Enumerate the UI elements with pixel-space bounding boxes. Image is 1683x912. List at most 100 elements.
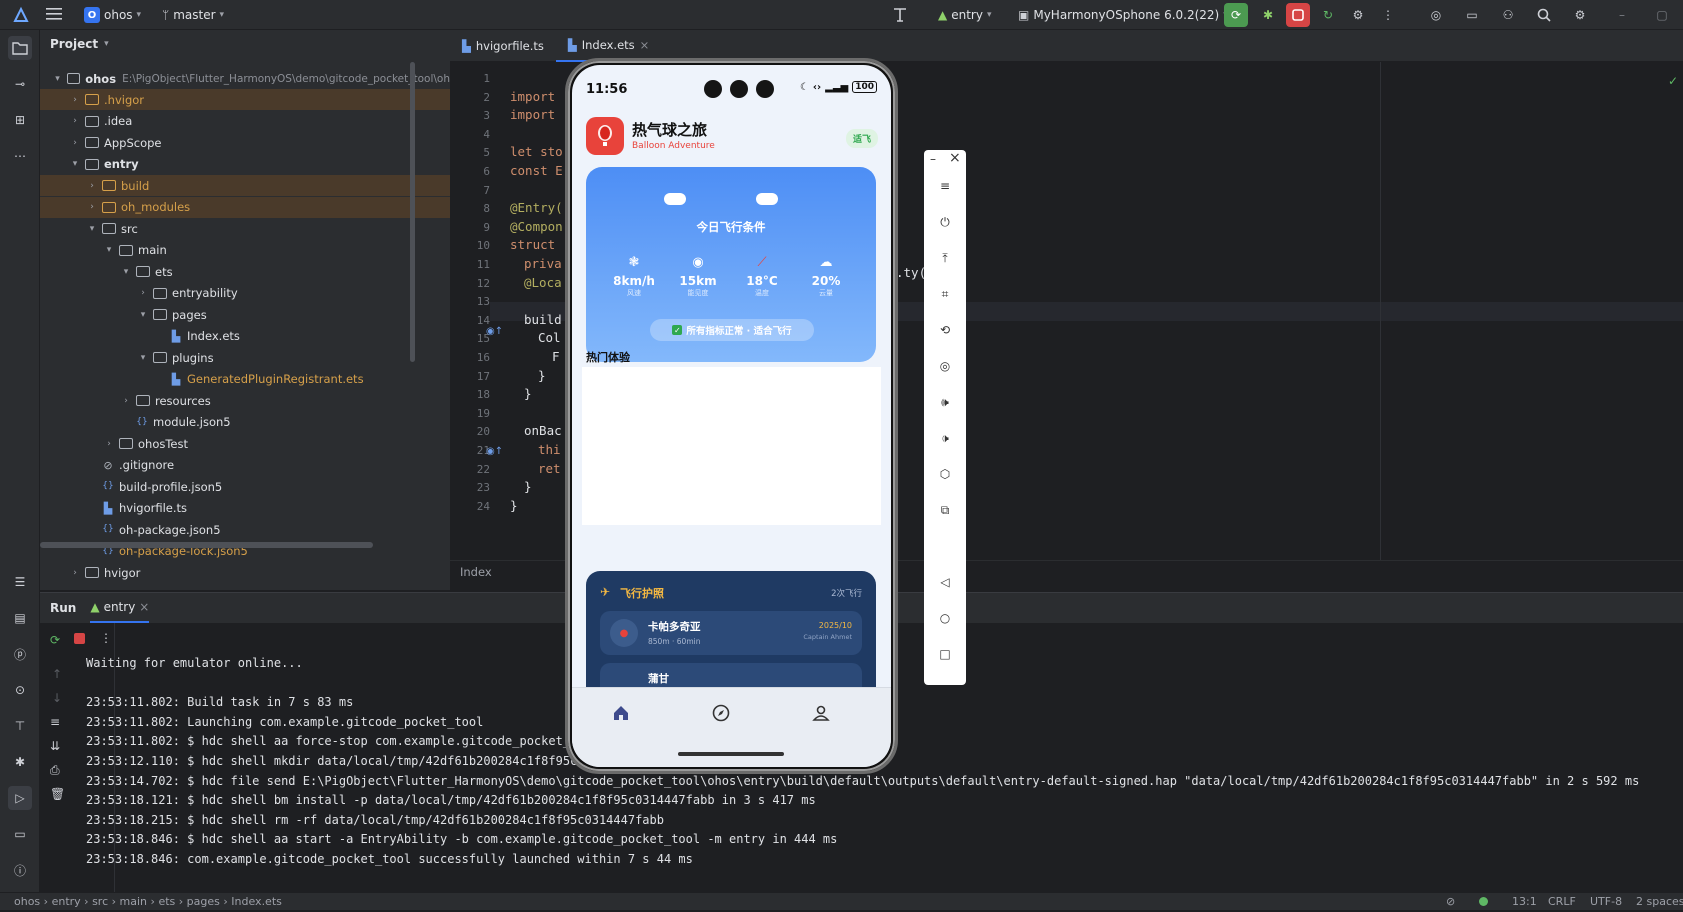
screenshot-icon[interactable]: ◎: [933, 354, 957, 378]
print-icon[interactable]: ⎙: [50, 763, 60, 778]
rotate-icon[interactable]: ⟲: [933, 318, 957, 342]
tree-item[interactable]: › entryability: [40, 283, 450, 304]
tree-item[interactable]: {} build-profile.json5: [40, 476, 450, 497]
tree-item[interactable]: › AppScope: [40, 132, 450, 153]
branch-switcher[interactable]: ᛘ master ▾: [162, 0, 224, 30]
main-menu-icon[interactable]: [46, 7, 62, 21]
minimize-icon[interactable]: –: [1610, 3, 1634, 27]
close-tab-icon[interactable]: ×: [139, 600, 149, 614]
profiler-rail-icon[interactable]: ⓟ: [8, 642, 32, 666]
tree-item[interactable]: ▾ pages: [40, 304, 450, 325]
volume-down-icon[interactable]: 🕩: [933, 426, 957, 450]
run-rail-icon[interactable]: ▷: [8, 786, 32, 810]
problems-icon[interactable]: ⓘ: [8, 858, 32, 882]
debug-icon[interactable]: ✱: [1256, 3, 1280, 27]
attach-debugger-icon[interactable]: ⚙: [1346, 3, 1370, 27]
breadcrumb-item[interactable]: ets: [158, 895, 175, 908]
device-manager-icon[interactable]: ▭: [1460, 3, 1484, 27]
tree-item[interactable]: ⊘ .gitignore: [40, 455, 450, 476]
flight-record[interactable]: ● 卡帕多奇亚 850m · 60min 2025/10 Captain Ahm…: [600, 611, 862, 655]
tree-item[interactable]: › resources: [40, 390, 450, 411]
more-options-icon[interactable]: ⋮: [100, 631, 112, 645]
menu-icon[interactable]: ≡: [933, 174, 957, 198]
commit-icon[interactable]: ⊸: [8, 72, 32, 96]
tree-item[interactable]: › .idea: [40, 111, 450, 132]
readonly-icon[interactable]: ⊘: [1446, 895, 1455, 908]
tree-item[interactable]: › build: [40, 175, 450, 196]
breadcrumb-item[interactable]: ohos: [14, 895, 40, 908]
device-selector[interactable]: ▣ MyHarmonyOSphone 6.0.2(22) ▾: [1018, 0, 1228, 30]
volume-up-icon[interactable]: 🕪: [933, 390, 957, 414]
clear-console-icon[interactable]: 🗑: [50, 787, 65, 801]
rerun-icon[interactable]: ⟳: [50, 633, 60, 647]
back-icon[interactable]: ◁: [933, 570, 957, 594]
home-icon[interactable]: [612, 704, 630, 725]
scroll-to-end-icon[interactable]: ⇊: [50, 739, 60, 753]
recents-icon[interactable]: □: [933, 642, 957, 666]
tree-item[interactable]: › hvigor: [40, 562, 450, 583]
tree-item[interactable]: › ohosTest: [40, 433, 450, 454]
tree-item[interactable]: ▾ entry: [40, 154, 450, 175]
entry-run-tab[interactable]: ▲ entry ×: [90, 593, 150, 623]
maximize-icon[interactable]: ▢: [1650, 3, 1674, 27]
tree-item[interactable]: ▾ src: [40, 218, 450, 239]
tree-item[interactable]: › .hvigor: [40, 89, 450, 110]
soft-wrap-icon[interactable]: ≡: [50, 715, 60, 729]
services-icon[interactable]: ⊙: [8, 678, 32, 702]
tree-item[interactable]: {} module.json5: [40, 412, 450, 433]
compass-icon[interactable]: [712, 704, 730, 725]
debug-rail-icon[interactable]: ✱: [8, 750, 32, 774]
run-tab[interactable]: Run: [50, 601, 76, 615]
run-config-selector[interactable]: ▲ entry ▾: [938, 0, 992, 30]
upload-icon[interactable]: ⤒: [933, 246, 957, 270]
tree-item[interactable]: ▙ hvigorfile.ts: [40, 498, 450, 519]
stop-icon[interactable]: [74, 633, 85, 644]
apply-changes-icon[interactable]: ↻: [1316, 3, 1340, 27]
more-tools-icon[interactable]: ⋯: [8, 144, 32, 168]
horizontal-scrollbar[interactable]: [40, 542, 373, 548]
tab-hvigorfile[interactable]: ▙ hvigorfile.ts: [450, 30, 556, 62]
project-switcher[interactable]: O ohos ▾: [84, 0, 141, 30]
todo-icon[interactable]: ☰: [8, 570, 32, 594]
breadcrumb-item[interactable]: Index.ets: [231, 895, 282, 908]
gutter-override-icon[interactable]: ◉↑: [486, 326, 503, 337]
power-icon[interactable]: ⏻: [933, 210, 957, 234]
settings-gear-icon[interactable]: ⚙: [1568, 3, 1592, 27]
rerun-button[interactable]: ⟳: [1224, 3, 1248, 27]
close-tab-icon[interactable]: ×: [640, 38, 650, 52]
breadcrumb-item[interactable]: main: [120, 895, 147, 908]
profile-icon[interactable]: [812, 704, 830, 725]
scroll-up-icon[interactable]: ↑: [52, 667, 62, 681]
tree-item[interactable]: › oh_modules: [40, 196, 450, 218]
tree-item[interactable]: {} oh-package.json5: [40, 519, 450, 540]
close-emulator-icon[interactable]: ×: [949, 150, 961, 166]
stop-button[interactable]: [1286, 3, 1310, 27]
tree-item[interactable]: ▙ Index.ets: [40, 326, 450, 347]
indent-setting[interactable]: 2 spaces: [1636, 895, 1683, 908]
build-rail-icon[interactable]: ⊤: [8, 714, 32, 738]
tree-item[interactable]: ▾ plugins: [40, 347, 450, 368]
layers-icon[interactable]: ▤: [8, 606, 32, 630]
weather-card[interactable]: 今日飞行条件 ❃ 8km/h 风速 ◉ 15km 能见度 ⟋ 18°C 温度 ☁…: [586, 167, 876, 362]
tree-item[interactable]: ▾ main: [40, 240, 450, 261]
more-actions-icon[interactable]: ⋮: [1376, 3, 1400, 27]
gutter-override-icon[interactable]: ◉↑: [486, 446, 503, 457]
breadcrumb-item[interactable]: pages: [187, 895, 220, 908]
terminal-icon[interactable]: ▭: [8, 822, 32, 846]
home-button-icon[interactable]: ○: [933, 606, 957, 630]
file-encoding[interactable]: UTF-8: [1590, 895, 1622, 908]
minimize-emulator-icon[interactable]: –: [930, 152, 936, 166]
experience-list[interactable]: [582, 367, 881, 525]
account-icon[interactable]: ⚇: [1496, 3, 1520, 27]
multi-screen-icon[interactable]: ⧉: [933, 498, 957, 522]
project-panel-header[interactable]: Project ▾: [40, 30, 450, 58]
scroll-down-icon[interactable]: ↓: [52, 691, 62, 705]
phone-screen[interactable]: 11:56 ☾ ‹› ▂▃▅ 100 热气球之旅 Balloon Adventu…: [572, 65, 891, 767]
profiler-icon[interactable]: ◎: [1424, 3, 1448, 27]
structure-icon[interactable]: ⊞: [8, 108, 32, 132]
project-folder-icon[interactable]: [8, 36, 32, 60]
vertical-scrollbar[interactable]: [410, 62, 415, 362]
caret-position[interactable]: 13:1: [1512, 895, 1537, 908]
crop-icon[interactable]: ⌗: [933, 282, 957, 306]
breadcrumb-item[interactable]: entry: [52, 895, 81, 908]
